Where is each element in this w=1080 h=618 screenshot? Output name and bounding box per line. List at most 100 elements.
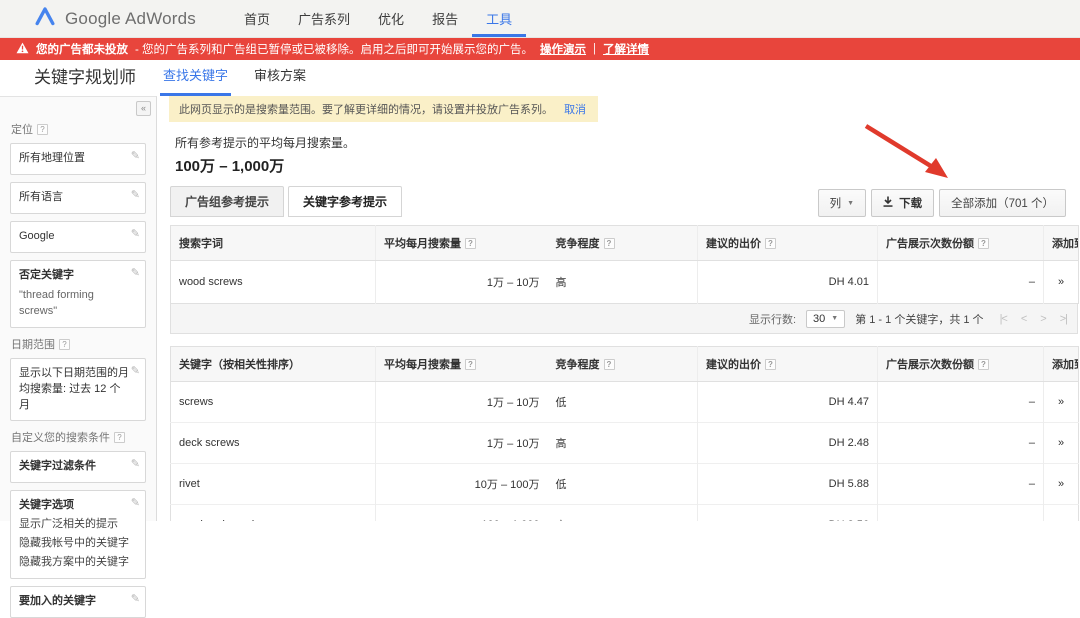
cell-bid: DH 3.56 <box>698 505 878 522</box>
columns-button[interactable]: 列 ▼ <box>818 189 866 217</box>
sidebar-collapse-button[interactable]: « <box>136 101 151 116</box>
col-suggested-bid: 建议的出价? <box>698 226 878 261</box>
edit-pencil-icon[interactable]: ✎ <box>131 266 140 282</box>
cell-keyword: rivet <box>171 464 376 505</box>
keyword-options-title: 关键字选项 <box>19 498 129 514</box>
nav-item-tools[interactable]: 工具 <box>472 0 526 37</box>
edit-pencil-icon[interactable]: ✎ <box>131 457 140 473</box>
cell-competition: 高 <box>548 261 698 304</box>
main-content: 此网页显示的是搜索量范围。要了解更详细的情况，请设置并投放广告系列。 取消 所有… <box>157 96 1080 521</box>
adwords-logo[interactable]: Google AdWords <box>34 0 196 37</box>
summary-range-value: 100万 – 1,000万 <box>175 155 1080 176</box>
col-keyword-by-relevance: 关键字（按相关性排序） <box>171 347 376 382</box>
help-icon[interactable]: ? <box>604 238 615 249</box>
warning-icon <box>16 42 29 57</box>
page-header: 关键字规划师 查找关键字 审核方案 <box>0 60 1080 96</box>
col-avg-searches: 平均每月搜索量? <box>376 347 548 382</box>
table-row: deck screws 1万 – 10万 高 DH 2.48 – » <box>171 423 1079 464</box>
tab-keyword-ideas[interactable]: 关键字参考提示 <box>288 186 402 217</box>
keyword-filters-title: 关键字过滤条件 <box>19 459 129 475</box>
keyword-filters-box: 关键字过滤条件 ✎ <box>10 451 146 483</box>
add-to-plan-button[interactable]: » <box>1044 382 1079 423</box>
keyword-options-line: 隐藏我帐号中的关键字 <box>19 536 129 552</box>
first-page-icon[interactable]: |< <box>1000 313 1007 325</box>
nav-item-reports[interactable]: 报告 <box>418 0 472 37</box>
prev-page-icon[interactable]: < <box>1021 313 1026 325</box>
keywords-to-include-title: 要加入的关键字 <box>19 594 129 610</box>
col-add-to-plan: 添加到方案 <box>1044 347 1079 382</box>
languages-box: 所有语言 ✎ <box>10 182 146 214</box>
next-page-icon[interactable]: > <box>1040 313 1045 325</box>
cell-competition: 低 <box>548 382 698 423</box>
nav-item-opportunities[interactable]: 优化 <box>364 0 418 37</box>
languages-value: 所有语言 <box>19 191 63 203</box>
help-icon[interactable]: ? <box>978 238 989 249</box>
tab-find-keywords[interactable]: 查找关键字 <box>160 65 231 96</box>
table-row: screws 1万 – 10万 低 DH 4.47 – » <box>171 382 1079 423</box>
help-icon[interactable]: ? <box>37 124 48 135</box>
notice-dismiss-link[interactable]: 取消 <box>564 104 586 116</box>
edit-pencil-icon[interactable]: ✎ <box>131 227 140 243</box>
cell-keyword: pan head wood screws <box>171 505 376 522</box>
cell-competition: 高 <box>548 423 698 464</box>
cell-bid: DH 4.01 <box>698 261 878 304</box>
cell-bid: DH 5.88 <box>698 464 878 505</box>
edit-pencil-icon[interactable]: ✎ <box>131 496 140 512</box>
edit-pencil-icon[interactable]: ✎ <box>131 149 140 165</box>
sidebar: « 定位? 所有地理位置 ✎ 所有语言 ✎ Google ✎ 否定关键字 "th… <box>0 96 157 521</box>
download-button[interactable]: 下载 <box>871 189 934 217</box>
help-icon[interactable]: ? <box>59 339 70 350</box>
add-to-plan-button[interactable]: » <box>1044 423 1079 464</box>
cell-keyword: deck screws <box>171 423 376 464</box>
tab-adgroup-ideas[interactable]: 广告组参考提示 <box>170 186 284 217</box>
nav-item-home[interactable]: 首页 <box>230 0 284 37</box>
download-icon <box>883 196 893 210</box>
cell-competition: 高 <box>548 505 698 522</box>
help-icon[interactable]: ? <box>978 359 989 370</box>
add-to-plan-button[interactable]: » <box>1044 464 1079 505</box>
logo-text: Google AdWords <box>65 9 196 29</box>
nav-item-campaigns[interactable]: 广告系列 <box>284 0 364 37</box>
table-row: wood screws 1万 – 10万 高 DH 4.01 – » <box>171 261 1079 304</box>
col-competition: 竞争程度? <box>548 226 698 261</box>
cell-searches: 1万 – 10万 <box>376 423 548 464</box>
help-icon[interactable]: ? <box>604 359 615 370</box>
top-nav: Google AdWords 首页 广告系列 优化 报告 工具 <box>0 0 1080 38</box>
results-tabs: 广告组参考提示 关键字参考提示 <box>170 186 406 217</box>
tab-review-plan[interactable]: 审核方案 <box>251 65 309 96</box>
pagination-bar: 显示行数: 30 ▼ 第 1 - 1 个关键字，共 1 个 |< < > >| <box>170 304 1078 334</box>
edit-pencil-icon[interactable]: ✎ <box>131 188 140 204</box>
cell-share: – <box>878 464 1044 505</box>
keyword-options-line: 隐藏我方案中的关键字 <box>19 555 129 571</box>
rows-per-page-select[interactable]: 30 ▼ <box>806 310 845 328</box>
locations-value: 所有地理位置 <box>19 152 85 164</box>
ads-not-running-banner: 您的广告都未投放 - 您的广告系列和广告组已暂停或已被移除。启用之后即可开始展示… <box>0 38 1080 60</box>
locations-box: 所有地理位置 ✎ <box>10 143 146 175</box>
alert-message: - 您的广告系列和广告组已暂停或已被移除。启用之后即可开始展示您的广告。 <box>135 41 533 57</box>
help-icon[interactable]: ? <box>114 432 125 443</box>
help-icon[interactable]: ? <box>765 238 776 249</box>
cell-searches: 10万 – 100万 <box>376 464 548 505</box>
edit-pencil-icon[interactable]: ✎ <box>131 592 140 608</box>
last-page-icon[interactable]: >| <box>1060 313 1067 325</box>
alert-learn-more-link[interactable]: 了解详情 <box>603 41 649 57</box>
cell-bid: DH 4.47 <box>698 382 878 423</box>
table-header-row: 搜索字词 平均每月搜索量? 竞争程度? 建议的出价? 广告展示次数份额? 添加到… <box>171 226 1079 261</box>
help-icon[interactable]: ? <box>465 238 476 249</box>
help-icon[interactable]: ? <box>765 359 776 370</box>
cell-bid: DH 2.48 <box>698 423 878 464</box>
alert-link-separator: | <box>593 43 596 55</box>
table-header-row: 关键字（按相关性排序） 平均每月搜索量? 竞争程度? 建议的出价? 广告展示次数… <box>171 347 1079 382</box>
toolbar-buttons: 列 ▼ 下载 全部添加（701 个） <box>813 189 1066 217</box>
add-all-button[interactable]: 全部添加（701 个） <box>939 189 1066 217</box>
col-impr-share: 广告展示次数份额? <box>878 226 1044 261</box>
rows-per-page-label: 显示行数: <box>749 311 796 327</box>
help-icon[interactable]: ? <box>465 359 476 370</box>
customize-search-label: 自定义您的搜索条件? <box>11 429 145 445</box>
keyword-options-line: 显示广泛相关的提示 <box>19 517 129 533</box>
alert-demo-link[interactable]: 操作演示 <box>540 41 586 57</box>
edit-pencil-icon[interactable]: ✎ <box>131 364 140 380</box>
add-to-plan-button[interactable]: » <box>1044 261 1079 304</box>
cell-share: – <box>878 423 1044 464</box>
add-to-plan-button[interactable]: » <box>1044 505 1079 522</box>
